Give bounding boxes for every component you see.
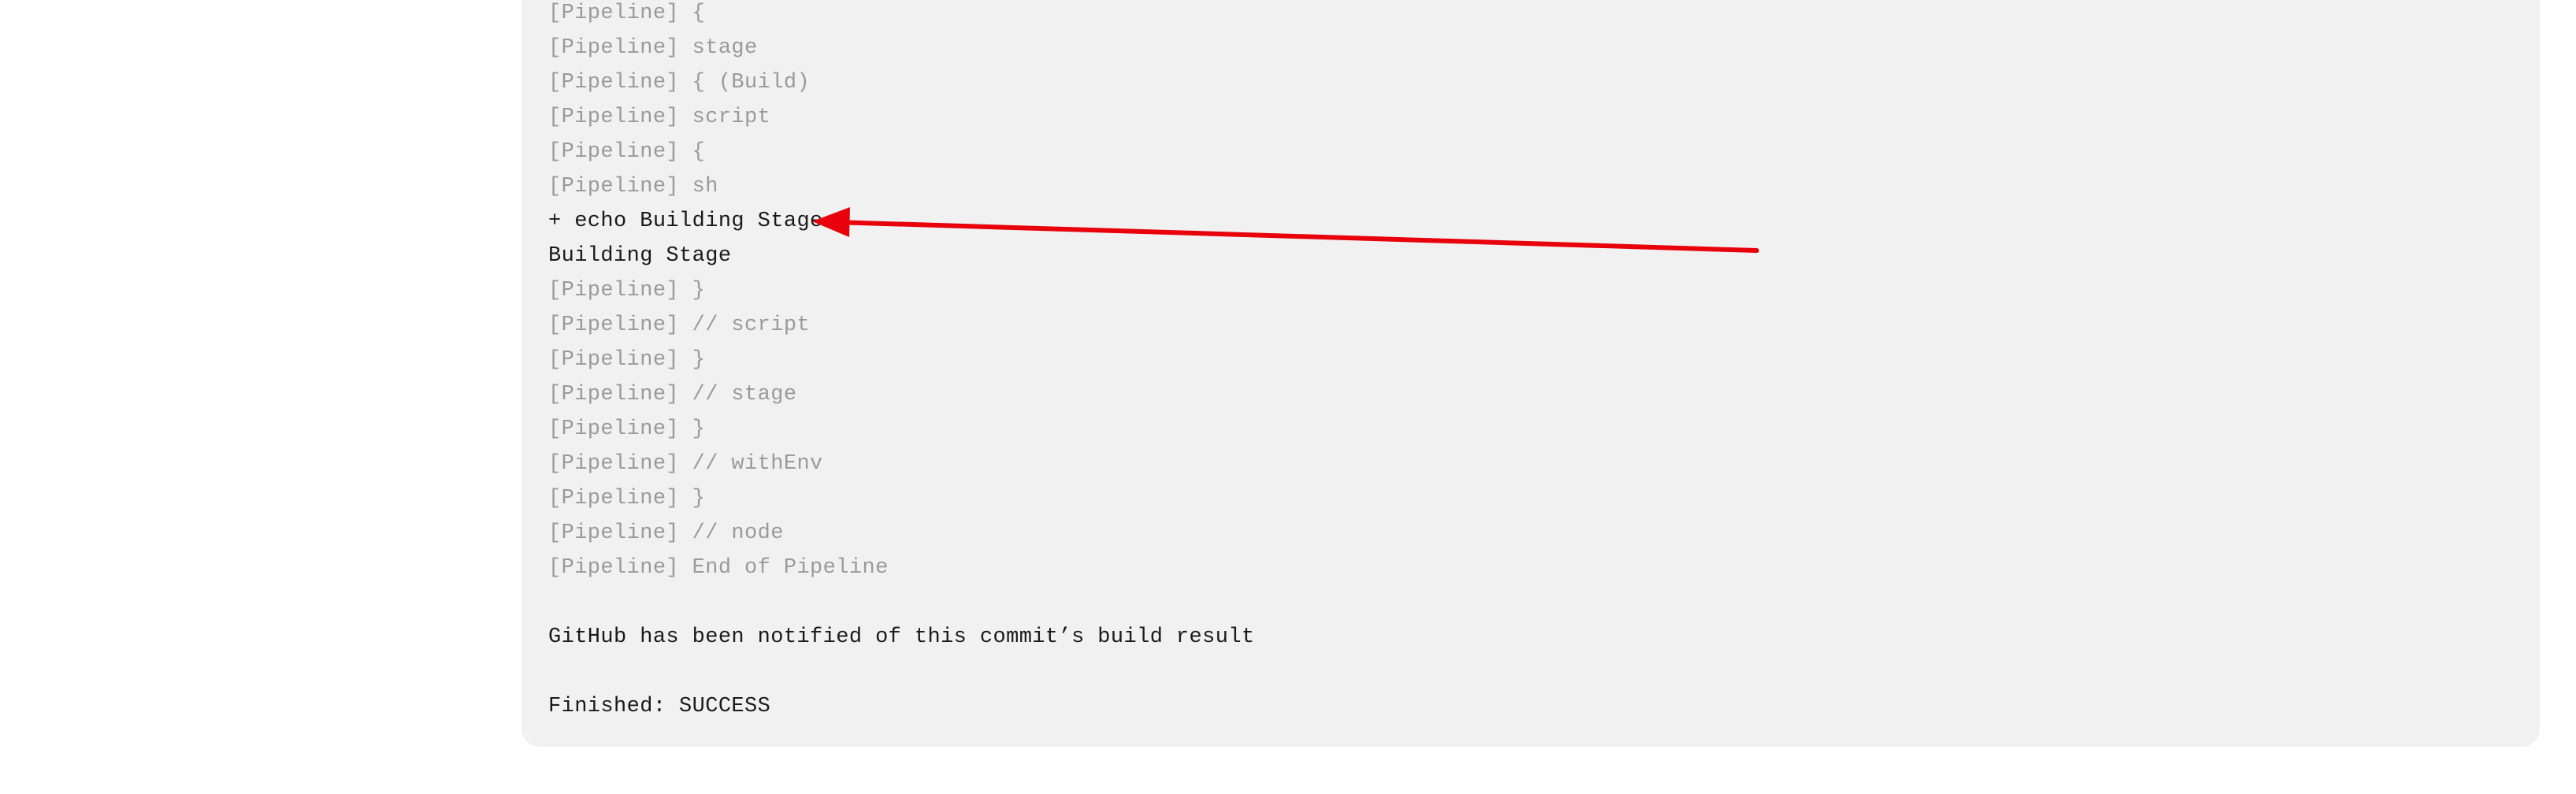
console-pipeline-line: [Pipeline] // script	[548, 314, 811, 337]
console-pipeline-line: [Pipeline] }	[548, 348, 706, 372]
console-output: [Pipeline] { [Pipeline] stage [Pipeline] {…	[548, 0, 1255, 728]
console-pipeline-line: [Pipeline] // withEnv	[548, 452, 823, 476]
console-pipeline-line: [Pipeline] sh	[548, 175, 718, 198]
console-pipeline-line: [Pipeline] stage	[548, 36, 758, 60]
console-pipeline-line: [Pipeline] // node	[548, 521, 784, 545]
console-pipeline-line: [Pipeline] // stage	[548, 383, 797, 406]
console-output-line: GitHub has been notified of this commit’…	[548, 625, 1255, 649]
console-pipeline-line: [Pipeline] {	[548, 2, 706, 25]
console-output-line: Building Stage	[548, 244, 732, 268]
console-pipeline-line: [Pipeline] script	[548, 106, 771, 129]
console-output-line: Finished: SUCCESS	[548, 695, 771, 718]
console-pipeline-line: [Pipeline] }	[548, 417, 706, 441]
console-output-line: + echo Building Stage	[548, 210, 823, 233]
console-pipeline-line: [Pipeline] End of Pipeline	[548, 556, 889, 580]
console-pipeline-line: [Pipeline] { (Build)	[548, 71, 811, 95]
console-pipeline-line: [Pipeline] {	[548, 140, 706, 164]
console-pipeline-line: [Pipeline] }	[548, 279, 706, 302]
console-pipeline-line: [Pipeline] }	[548, 487, 706, 510]
